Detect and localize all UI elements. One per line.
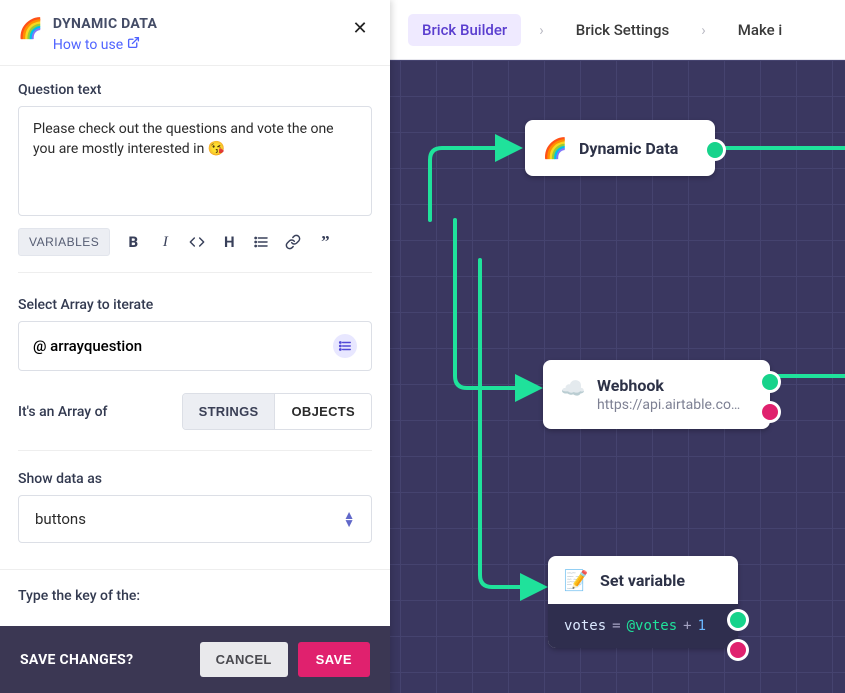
- error-port[interactable]: [730, 642, 746, 658]
- list-button-icon[interactable]: [252, 233, 270, 251]
- expr-eq: =: [612, 618, 620, 634]
- breadcrumb: Brick Builder › Brick Settings › Make i: [390, 0, 845, 60]
- save-bar: SAVE CHANGES? CANCEL SAVE: [0, 626, 390, 693]
- close-icon: ✕: [352, 18, 367, 39]
- chevron-right-icon: ›: [701, 21, 706, 39]
- quote-icon[interactable]: ”: [316, 233, 334, 251]
- italic-icon[interactable]: I: [156, 233, 174, 251]
- output-port[interactable]: [707, 142, 723, 158]
- external-link-icon: [127, 36, 140, 53]
- select-array-value: @ arrayquestion: [33, 337, 142, 355]
- seg-objects[interactable]: OBJECTS: [274, 394, 371, 429]
- expr-plus: +: [683, 618, 691, 634]
- node-subtitle: https://api.airtable.co…: [597, 397, 740, 413]
- cancel-button[interactable]: CANCEL: [200, 642, 288, 677]
- error-port[interactable]: [762, 404, 778, 420]
- array-type-segmented: STRINGS OBJECTS: [182, 393, 372, 430]
- panel-title-block: DYNAMIC DATA How to use: [53, 16, 338, 53]
- save-question: SAVE CHANGES?: [20, 652, 190, 668]
- set-variable-expression: votes = @votes + 1: [548, 604, 738, 648]
- show-as-value: buttons: [35, 510, 86, 528]
- show-as-select[interactable]: buttons ▲▼: [18, 495, 372, 543]
- cloud-icon: ☁️: [561, 376, 585, 400]
- divider: [0, 569, 390, 570]
- code-icon[interactable]: [188, 233, 206, 251]
- save-button[interactable]: SAVE: [298, 642, 370, 677]
- rainbow-icon: 🌈: [543, 136, 567, 160]
- node-title: Set variable: [600, 571, 685, 590]
- how-to-use-label: How to use: [53, 37, 123, 53]
- chevron-right-icon: ›: [539, 21, 544, 39]
- edit-icon: 📝: [564, 568, 588, 592]
- node-webhook[interactable]: ☁️ Webhook https://api.airtable.co…: [543, 360, 770, 429]
- breadcrumb-item-settings[interactable]: Brick Settings: [562, 14, 683, 46]
- node-set-variable[interactable]: 📝 Set variable votes = @votes + 1: [548, 556, 738, 648]
- expr-at: @votes: [627, 618, 678, 634]
- node-title: Dynamic Data: [579, 139, 678, 158]
- how-to-use-link[interactable]: How to use: [53, 36, 140, 53]
- heading-icon[interactable]: H: [220, 233, 238, 251]
- close-button[interactable]: ✕: [348, 16, 372, 40]
- panel-title: DYNAMIC DATA: [53, 16, 338, 32]
- show-as-label: Show data as: [18, 471, 372, 487]
- side-panel: 🌈 DYNAMIC DATA How to use ✕ Question tex…: [0, 0, 390, 693]
- success-port[interactable]: [730, 612, 746, 628]
- rainbow-icon: 🌈: [18, 18, 43, 38]
- question-text-label: Question text: [18, 82, 372, 98]
- bold-icon[interactable]: B: [124, 233, 142, 251]
- type-key-label: Type the key of the:: [18, 588, 372, 604]
- breadcrumb-item-make[interactable]: Make i: [724, 14, 796, 46]
- success-port[interactable]: [762, 374, 778, 390]
- node-dynamic-data[interactable]: 🌈 Dynamic Data: [525, 120, 715, 176]
- expr-num: 1: [698, 618, 706, 634]
- array-of-label: It's an Array of: [18, 404, 108, 420]
- chevron-updown-icon: ▲▼: [343, 511, 355, 527]
- list-icon[interactable]: [333, 334, 357, 358]
- panel-header: 🌈 DYNAMIC DATA How to use ✕: [0, 0, 390, 66]
- link-icon[interactable]: [284, 233, 302, 251]
- canvas[interactable]: Brick Builder › Brick Settings › Make i …: [390, 0, 845, 693]
- select-array-label: Select Array to iterate: [18, 297, 372, 313]
- variables-button[interactable]: VARIABLES: [18, 228, 110, 256]
- editor-toolbar: VARIABLES B I H ”: [18, 228, 372, 273]
- array-type-row: It's an Array of STRINGS OBJECTS: [18, 393, 372, 451]
- breadcrumb-item-builder[interactable]: Brick Builder: [408, 14, 521, 46]
- select-array-input[interactable]: @ arrayquestion: [18, 321, 372, 371]
- seg-strings[interactable]: STRINGS: [183, 394, 275, 429]
- expr-var: votes: [564, 618, 606, 634]
- node-title: Webhook: [597, 376, 740, 395]
- panel-body: Question text Please check out the quest…: [0, 66, 390, 626]
- question-text-input[interactable]: Please check out the questions and vote …: [18, 106, 372, 216]
